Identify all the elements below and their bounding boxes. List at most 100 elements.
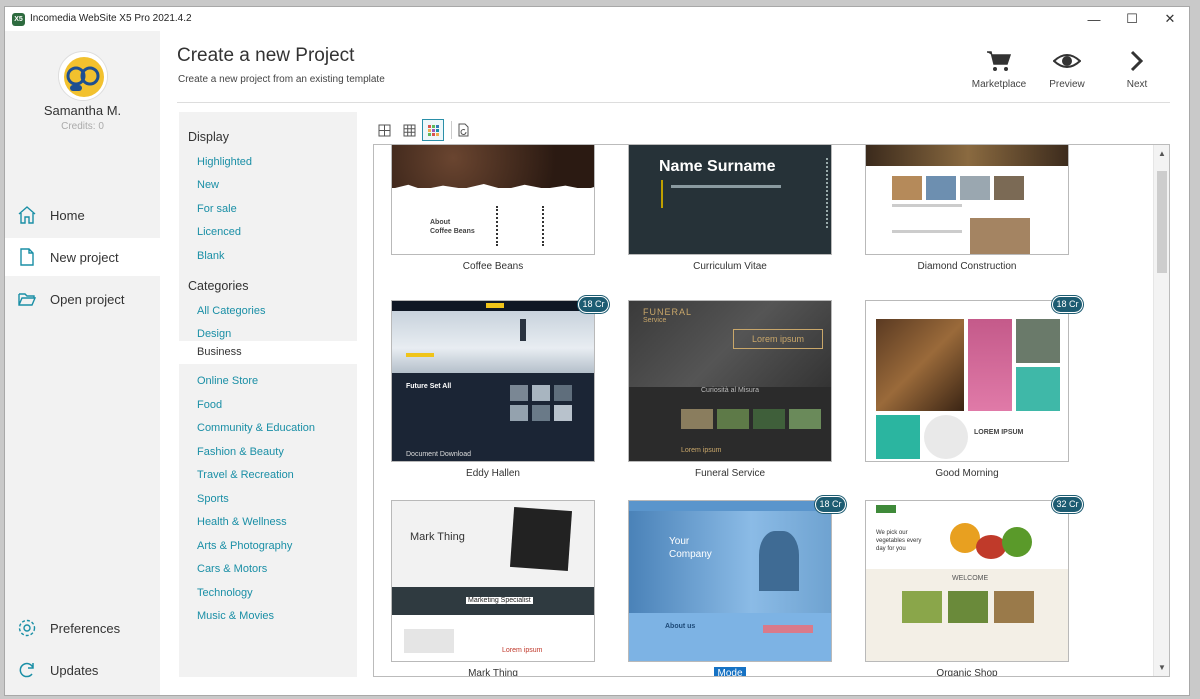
template-name: Good Morning xyxy=(935,468,999,479)
page-subtitle: Create a new project from an existing te… xyxy=(178,74,385,85)
nav-open-project[interactable]: Open project xyxy=(5,280,160,318)
price-badge: 18 Cr xyxy=(1052,296,1083,313)
toolbar-separator xyxy=(451,121,452,139)
coffee-heading: About Coffee Beans xyxy=(430,219,475,235)
template-tile[interactable]: 18 Cr LOREM IPSUM Good Morning xyxy=(865,296,1083,479)
filter-new[interactable]: New xyxy=(197,179,219,191)
scroll-down-icon[interactable]: ▼ xyxy=(1154,663,1169,672)
next-button[interactable]: Next xyxy=(1105,49,1169,90)
category-technology[interactable]: Technology xyxy=(197,587,253,599)
template-name: Curriculum Vitae xyxy=(693,261,767,272)
category-arts-photography[interactable]: Arts & Photography xyxy=(197,540,292,552)
category-design[interactable]: Design xyxy=(197,328,231,340)
nav-new-project[interactable]: New project xyxy=(5,238,160,276)
nav-updates[interactable]: Updates xyxy=(5,651,160,689)
home-icon xyxy=(18,206,36,224)
template-thumbnail: About Coffee Beans xyxy=(391,145,595,255)
minimize-button[interactable]: — xyxy=(1075,7,1113,31)
thumbnail-grid-icon xyxy=(427,124,439,136)
nav-new-project-label: New project xyxy=(50,249,119,265)
left-sidebar: Samantha M. Credits: 0 Home New project … xyxy=(5,31,160,695)
mark-lorem: Lorem ipsum xyxy=(502,647,543,654)
template-name: Funeral Service xyxy=(694,468,766,479)
maximize-button[interactable]: ☐ xyxy=(1113,7,1151,31)
category-sports[interactable]: Sports xyxy=(197,493,229,505)
template-thumbnail: Mark Thing Marketing Specialist Lorem ip… xyxy=(391,500,595,662)
window-title: Incomedia WebSite X5 Pro 2021.4.2 xyxy=(30,13,192,24)
template-thumbnail: LOREM IPSUM xyxy=(865,300,1069,462)
view-thumbnail-button[interactable] xyxy=(422,119,444,141)
folder-open-icon xyxy=(18,293,37,306)
gear-icon xyxy=(18,619,36,637)
avatar[interactable] xyxy=(58,51,108,101)
marketplace-button[interactable]: Marketplace xyxy=(967,49,1031,90)
organic-welcome: WELCOME xyxy=(952,575,989,582)
category-community-education[interactable]: Community & Education xyxy=(197,422,315,434)
categories-heading: Categories xyxy=(188,279,249,293)
template-tile[interactable]: Name Surname Curriculum Vitae xyxy=(628,145,832,272)
filter-licenced[interactable]: Licenced xyxy=(197,226,241,238)
import-template-button[interactable] xyxy=(453,119,475,141)
nav-open-project-label: Open project xyxy=(50,291,125,307)
template-gallery: About Coffee Beans Coffee Beans Name Sur… xyxy=(373,144,1170,677)
view-large-grid-button[interactable] xyxy=(373,119,395,141)
mode-about: About us xyxy=(665,623,696,630)
nav-preferences-label: Preferences xyxy=(50,620,121,636)
category-all[interactable]: All Categories xyxy=(197,305,265,317)
template-tile[interactable]: 32 Cr We pick our vegetables every day f… xyxy=(865,496,1083,676)
category-food[interactable]: Food xyxy=(197,399,222,411)
funeral-logo: FUNERAL xyxy=(643,307,693,317)
gallery-scrollbar[interactable]: ▲ ▼ xyxy=(1153,145,1169,676)
page-title: Create a new Project xyxy=(177,45,355,66)
nav-updates-label: Updates xyxy=(50,662,99,678)
eddy-footer: Document Download xyxy=(406,451,471,458)
template-tile[interactable]: 18 Cr Your Company About us Mode xyxy=(628,496,846,676)
large-grid-icon xyxy=(378,124,390,136)
preview-button[interactable]: Preview xyxy=(1035,49,1099,90)
template-tile[interactable]: FUNERAL Service Lorem ipsum Curiosità al… xyxy=(628,300,832,479)
category-online-store[interactable]: Online Store xyxy=(197,375,258,387)
nav-home[interactable]: Home xyxy=(5,196,160,234)
category-fashion-beauty[interactable]: Fashion & Beauty xyxy=(197,446,284,458)
template-name: Eddy Hallen xyxy=(466,468,520,479)
app-window: X5 Incomedia WebSite X5 Pro 2021.4.2 — ☐… xyxy=(4,6,1190,696)
category-music-movies[interactable]: Music & Movies xyxy=(197,610,274,622)
user-name: Samantha M. xyxy=(43,103,122,118)
template-name: Organic Shop xyxy=(936,668,998,677)
filter-for-sale[interactable]: For sale xyxy=(197,203,237,215)
scroll-up-icon[interactable]: ▲ xyxy=(1154,149,1169,158)
display-heading: Display xyxy=(188,130,229,144)
template-name: Diamond Construction xyxy=(917,261,1017,272)
template-tile[interactable]: 18 Cr Future Set All Document Download E… xyxy=(391,296,609,479)
funeral-footer: Lorem ipsum xyxy=(681,447,722,454)
template-tile[interactable]: Diamond Construction xyxy=(865,145,1069,272)
filter-highlighted[interactable]: Highlighted xyxy=(197,156,252,168)
mode-heading: Your Company xyxy=(669,536,712,560)
title-bar: X5 Incomedia WebSite X5 Pro 2021.4.2 — ☐… xyxy=(5,7,1189,31)
template-name: Coffee Beans xyxy=(462,261,524,272)
scroll-thumb[interactable] xyxy=(1157,171,1167,273)
eye-icon xyxy=(1053,54,1081,68)
funeral-sub: Service xyxy=(643,317,667,324)
category-health-wellness[interactable]: Health & Wellness xyxy=(197,516,287,528)
preview-label: Preview xyxy=(1049,79,1085,90)
template-tile[interactable]: About Coffee Beans Coffee Beans xyxy=(391,145,595,272)
user-credits: Credits: 0 xyxy=(61,121,104,132)
close-button[interactable]: ✕ xyxy=(1151,7,1189,31)
template-name: Mode xyxy=(628,667,832,676)
price-badge: 18 Cr xyxy=(815,496,846,513)
template-thumbnail xyxy=(865,145,1069,255)
app-logo-icon: X5 xyxy=(12,13,25,26)
view-small-grid-button[interactable] xyxy=(398,119,420,141)
category-cars-motors[interactable]: Cars & Motors xyxy=(197,563,267,575)
cart-icon xyxy=(987,51,1012,71)
category-business[interactable]: Business xyxy=(179,341,357,364)
filter-blank[interactable]: Blank xyxy=(197,250,225,262)
mark-role: Marketing Specialist xyxy=(466,597,533,604)
template-tile[interactable]: Mark Thing Marketing Specialist Lorem ip… xyxy=(391,500,595,676)
nav-preferences[interactable]: Preferences xyxy=(5,609,160,647)
category-travel-recreation[interactable]: Travel & Recreation xyxy=(197,469,294,481)
template-thumbnail: Your Company About us xyxy=(628,500,832,662)
template-name: Mark Thing xyxy=(468,668,518,677)
header-divider xyxy=(177,102,1170,103)
